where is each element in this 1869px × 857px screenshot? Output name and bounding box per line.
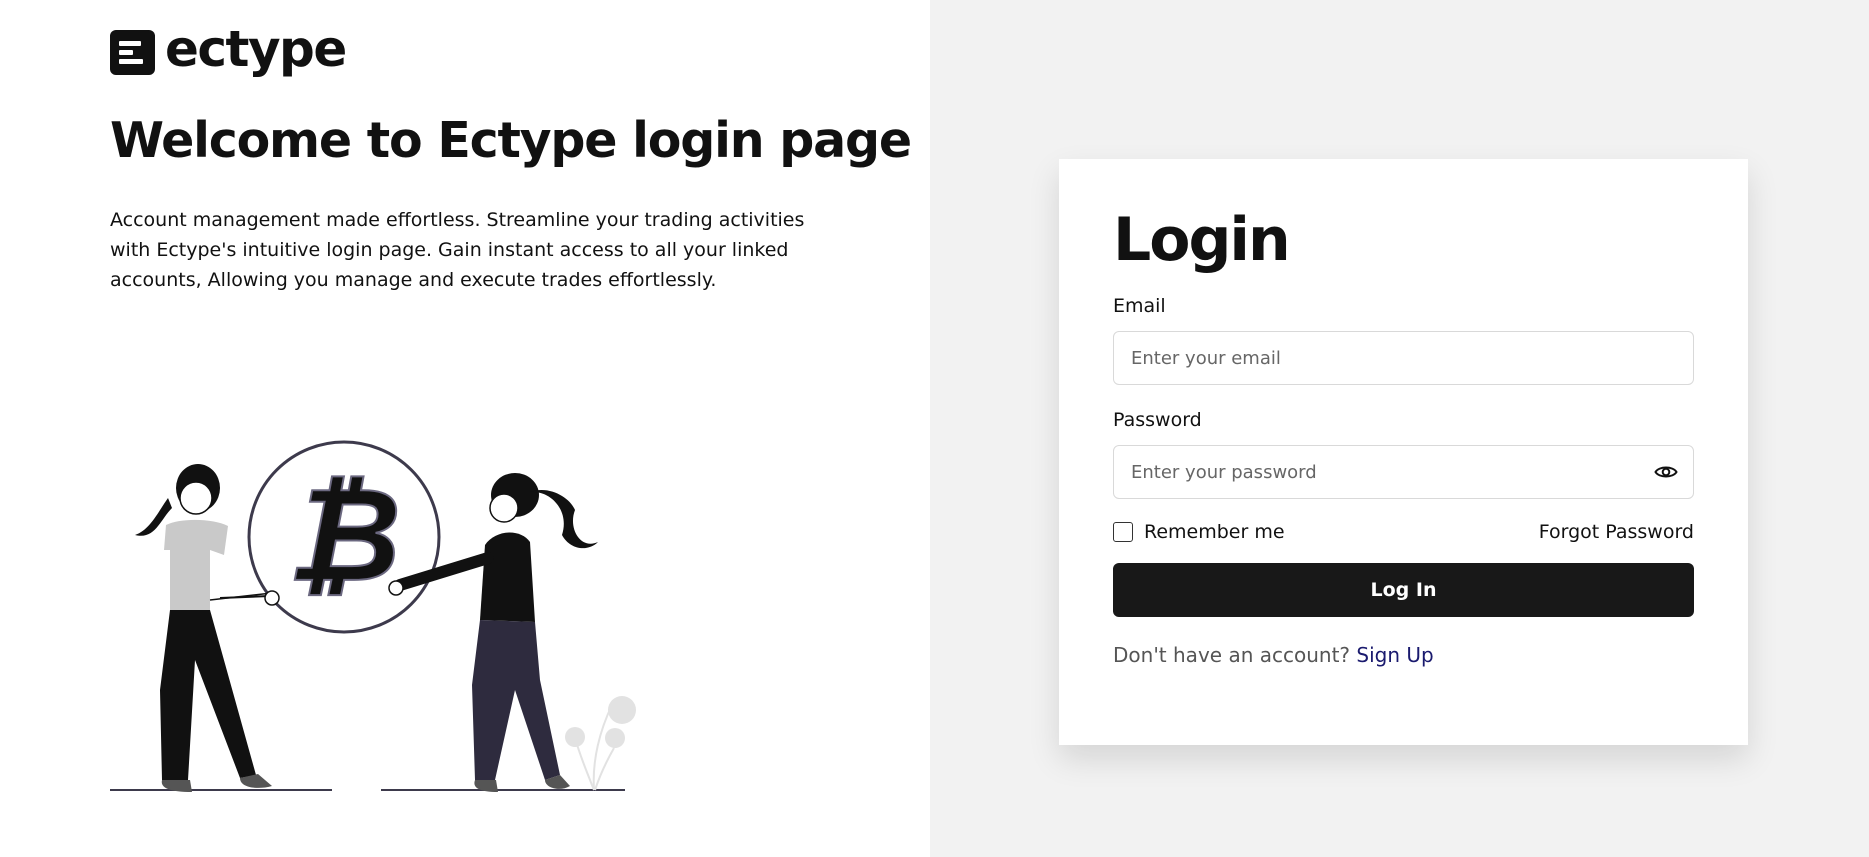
signup-prompt-row: Don't have an account? Sign Up (1113, 643, 1694, 667)
brand: ectype (110, 24, 347, 75)
forgot-password-link[interactable]: Forgot Password (1539, 521, 1694, 543)
password-field-wrapper (1113, 445, 1694, 499)
login-button[interactable]: Log In (1113, 563, 1694, 617)
right-panel: Login Email Password Remember me Forgot … (930, 0, 1869, 857)
email-label: Email (1113, 295, 1166, 317)
login-options: Remember me Forgot Password (1113, 521, 1694, 543)
signup-prompt: Don't have an account? (1113, 643, 1351, 667)
remember-me-label: Remember me (1144, 521, 1285, 543)
login-card: Login Email Password Remember me Forgot … (1059, 159, 1748, 745)
bitcoin-illustration: ₿ (110, 440, 636, 792)
ectype-logo-icon (110, 30, 155, 75)
login-title: Login (1113, 205, 1291, 275)
password-field[interactable] (1113, 445, 1694, 499)
page-description: Account management made effortless. Stre… (110, 209, 805, 291)
email-field[interactable] (1113, 331, 1694, 385)
left-panel: ectype Welcome to Ectype login page Acco… (0, 0, 930, 857)
eye-icon[interactable] (1652, 459, 1680, 485)
password-label: Password (1113, 409, 1202, 431)
sign-up-link[interactable]: Sign Up (1356, 643, 1433, 667)
svg-text:₿: ₿ (287, 459, 401, 611)
email-field-wrapper (1113, 331, 1694, 385)
page-title: Welcome to Ectype login page (110, 112, 912, 169)
brand-name: ectype (165, 19, 347, 78)
remember-me-checkbox[interactable] (1113, 522, 1133, 542)
remember-me: Remember me (1113, 521, 1285, 543)
